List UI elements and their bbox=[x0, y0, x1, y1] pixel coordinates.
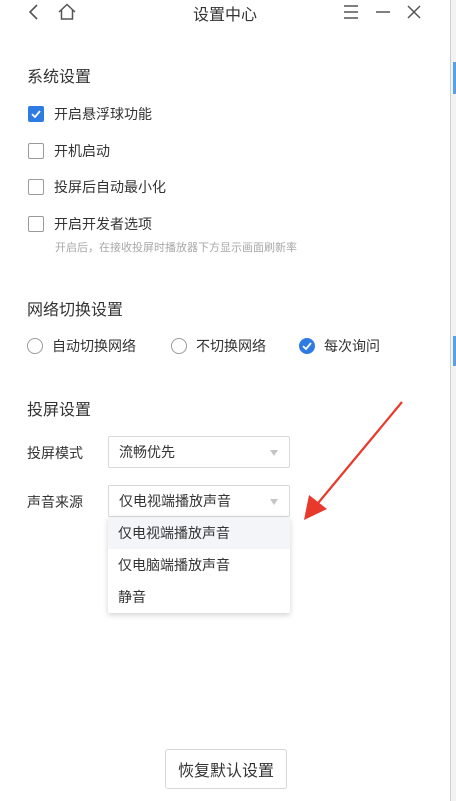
radio-label: 不切换网络 bbox=[196, 339, 266, 355]
window-edge bbox=[450, 0, 456, 801]
option-label: 投屏后自动最小化 bbox=[54, 180, 166, 196]
radio-auto-switch[interactable]: 自动切换网络 bbox=[27, 336, 136, 356]
system-settings-title: 系统设置 bbox=[27, 67, 92, 86]
radio-button[interactable] bbox=[27, 338, 43, 354]
option-floating-ball[interactable]: 开启悬浮球功能 bbox=[28, 104, 152, 124]
dropdown-option-mute[interactable]: 静音 bbox=[108, 581, 290, 613]
dropdown-option-tv-only[interactable]: 仅电视端播放声音 bbox=[108, 517, 290, 549]
check-icon bbox=[302, 342, 312, 351]
sound-source-dropdown: 仅电视端播放声音 仅电脑端播放声音 静音 bbox=[108, 517, 290, 613]
dropdown-option-pc-only[interactable]: 仅电脑端播放声音 bbox=[108, 549, 290, 581]
reset-defaults-button[interactable]: 恢复默认设置 bbox=[165, 749, 287, 789]
menu-icon[interactable] bbox=[341, 2, 361, 22]
chevron-down-icon bbox=[270, 450, 278, 456]
checkbox[interactable] bbox=[28, 216, 44, 232]
option-label: 开机启动 bbox=[54, 144, 110, 160]
cast-mode-select[interactable]: 流畅优先 bbox=[108, 436, 290, 468]
developer-hint: 开启后，在接收投屏时播放器下方显示画面刷新率 bbox=[55, 241, 297, 254]
option-developer[interactable]: 开启开发者选项 bbox=[28, 214, 152, 234]
checkbox-checked[interactable] bbox=[28, 106, 44, 122]
chevron-down-icon bbox=[270, 499, 278, 505]
network-settings-title: 网络切换设置 bbox=[27, 300, 124, 319]
cast-mode-label: 投屏模式 bbox=[27, 446, 83, 462]
close-icon[interactable] bbox=[404, 2, 424, 22]
option-label: 开启悬浮球功能 bbox=[54, 107, 152, 123]
check-icon bbox=[31, 110, 41, 119]
cast-mode-value: 流畅优先 bbox=[119, 445, 175, 461]
minimize-icon[interactable] bbox=[373, 2, 393, 22]
title-bar: 设置中心 bbox=[0, 0, 450, 26]
radio-label: 自动切换网络 bbox=[52, 339, 136, 355]
option-autostart[interactable]: 开机启动 bbox=[28, 141, 110, 161]
sound-source-value: 仅电视端播放声音 bbox=[119, 494, 231, 510]
sound-source-label: 声音来源 bbox=[27, 495, 83, 511]
radio-button-checked[interactable] bbox=[299, 338, 315, 354]
radio-button[interactable] bbox=[171, 338, 187, 354]
radio-no-switch[interactable]: 不切换网络 bbox=[171, 336, 266, 356]
checkbox[interactable] bbox=[28, 143, 44, 159]
radio-label: 每次询问 bbox=[324, 339, 380, 355]
checkbox[interactable] bbox=[28, 179, 44, 195]
radio-ask-every-time[interactable]: 每次询问 bbox=[299, 336, 380, 356]
sound-source-select[interactable]: 仅电视端播放声音 bbox=[108, 485, 290, 517]
settings-window: 设置中心 系统设置 开启悬浮球功能 开机启动 投屏后自动最小化 开启开发者选项 … bbox=[0, 0, 456, 801]
option-minimize-after-cast[interactable]: 投屏后自动最小化 bbox=[28, 177, 166, 197]
option-label: 开启开发者选项 bbox=[54, 217, 152, 233]
cast-settings-title: 投屏设置 bbox=[27, 400, 92, 419]
